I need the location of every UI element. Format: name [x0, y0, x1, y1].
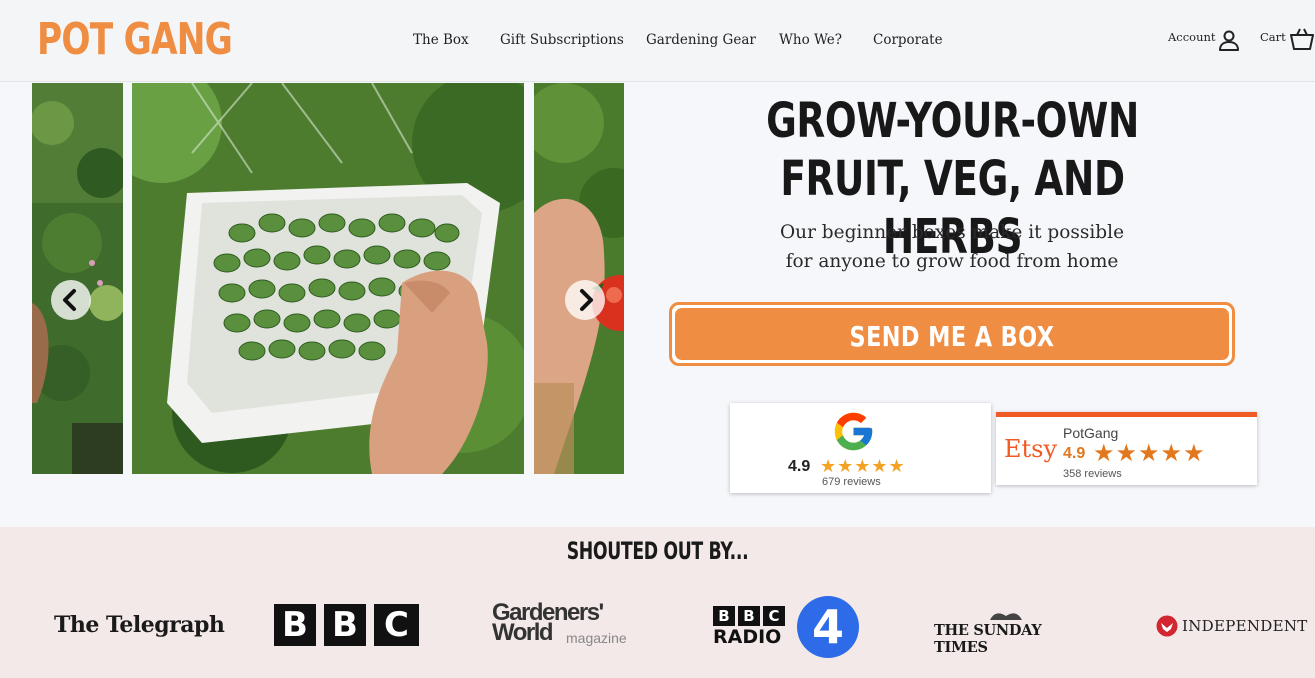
etsy-reviews-badge[interactable]: Etsy PotGang 4.9 ★★★★★ 358 reviews — [996, 412, 1257, 485]
etsy-rating: 4.9 — [1063, 445, 1086, 462]
nav-gardening-gear[interactable]: Gardening Gear — [646, 32, 756, 48]
nav-gift-subscriptions[interactable]: Gift Subscriptions — [500, 32, 624, 48]
radio-label: RADIO — [713, 626, 782, 648]
send-me-a-box-button[interactable]: SEND ME A BOX — [669, 302, 1235, 366]
gw-sub: magazine — [566, 630, 627, 646]
cta-label: SEND ME A BOX — [849, 320, 1055, 353]
etsy-stars: ★★★★★ — [1093, 440, 1206, 467]
carousel-slide-prev — [32, 83, 123, 474]
press-title: SHOUTED OUT BY... — [566, 537, 749, 565]
chevron-left-icon — [63, 289, 76, 311]
account-icon[interactable] — [1217, 28, 1241, 52]
radio-bbc-block-2: B — [738, 606, 760, 626]
site-header: POT GANG The Box Gift Subscriptions Gard… — [0, 0, 1315, 82]
google-logo-icon — [834, 412, 873, 451]
nav-corporate[interactable]: Corporate — [873, 32, 943, 48]
bbc-block-3: C — [374, 604, 419, 646]
radio-bbc-block-3: C — [763, 606, 785, 626]
crest-icon — [990, 613, 1022, 620]
carousel-slide-main — [132, 83, 524, 474]
account-link[interactable]: Account — [1168, 30, 1216, 44]
sunday-times-text: THE SUNDAY TIMES — [934, 622, 1042, 656]
cart-link[interactable]: Cart — [1260, 30, 1286, 44]
google-reviews-badge[interactable]: 4.9 ★★★★★ 679 reviews — [730, 403, 991, 493]
carousel-slide-next — [534, 83, 624, 474]
carousel-prev-button[interactable] — [51, 280, 91, 320]
hero-title-line1: GROW-YOUR-OWN — [766, 93, 1139, 149]
bbc-block-2: B — [324, 604, 366, 646]
hero-subtitle-line1: Our beginner boxes make it possible — [779, 222, 1125, 243]
google-stars: ★★★★★ — [820, 456, 906, 476]
nav-the-box[interactable]: The Box — [413, 32, 469, 48]
gw-line2: World — [492, 619, 554, 646]
etsy-logo: Etsy — [1004, 435, 1058, 463]
cart-icon[interactable] — [1289, 28, 1315, 52]
bbc-radio-4-logo: B B C RADIO 4 — [713, 596, 859, 658]
carousel-next-button[interactable] — [565, 280, 605, 320]
independent-text: INDEPENDENT — [1182, 617, 1308, 635]
google-rating: 4.9 — [788, 458, 811, 475]
eagle-icon — [1156, 615, 1178, 637]
radio-4-badge: 4 — [797, 596, 859, 658]
main-nav: The Box Gift Subscriptions Gardening Gea… — [0, 32, 1315, 52]
google-review-count: 679 reviews — [822, 476, 881, 488]
etsy-review-count: 358 reviews — [1063, 468, 1122, 480]
telegraph-logo: The Telegraph — [54, 612, 225, 638]
hero-subtitle-line2: for anyone to grow food from home — [785, 251, 1119, 272]
chevron-right-icon — [580, 289, 593, 311]
bbc-block-1: B — [274, 604, 316, 646]
nav-who-we[interactable]: Who We? — [779, 32, 842, 48]
gardeners-world-logo: Gardeners' World magazine — [492, 599, 652, 651]
radio-bbc-block-1: B — [713, 606, 735, 626]
product-carousel[interactable] — [32, 83, 624, 474]
hero-subtitle: Our beginner boxes make it possible for … — [702, 218, 1202, 276]
cta-fill: SEND ME A BOX — [675, 308, 1229, 360]
